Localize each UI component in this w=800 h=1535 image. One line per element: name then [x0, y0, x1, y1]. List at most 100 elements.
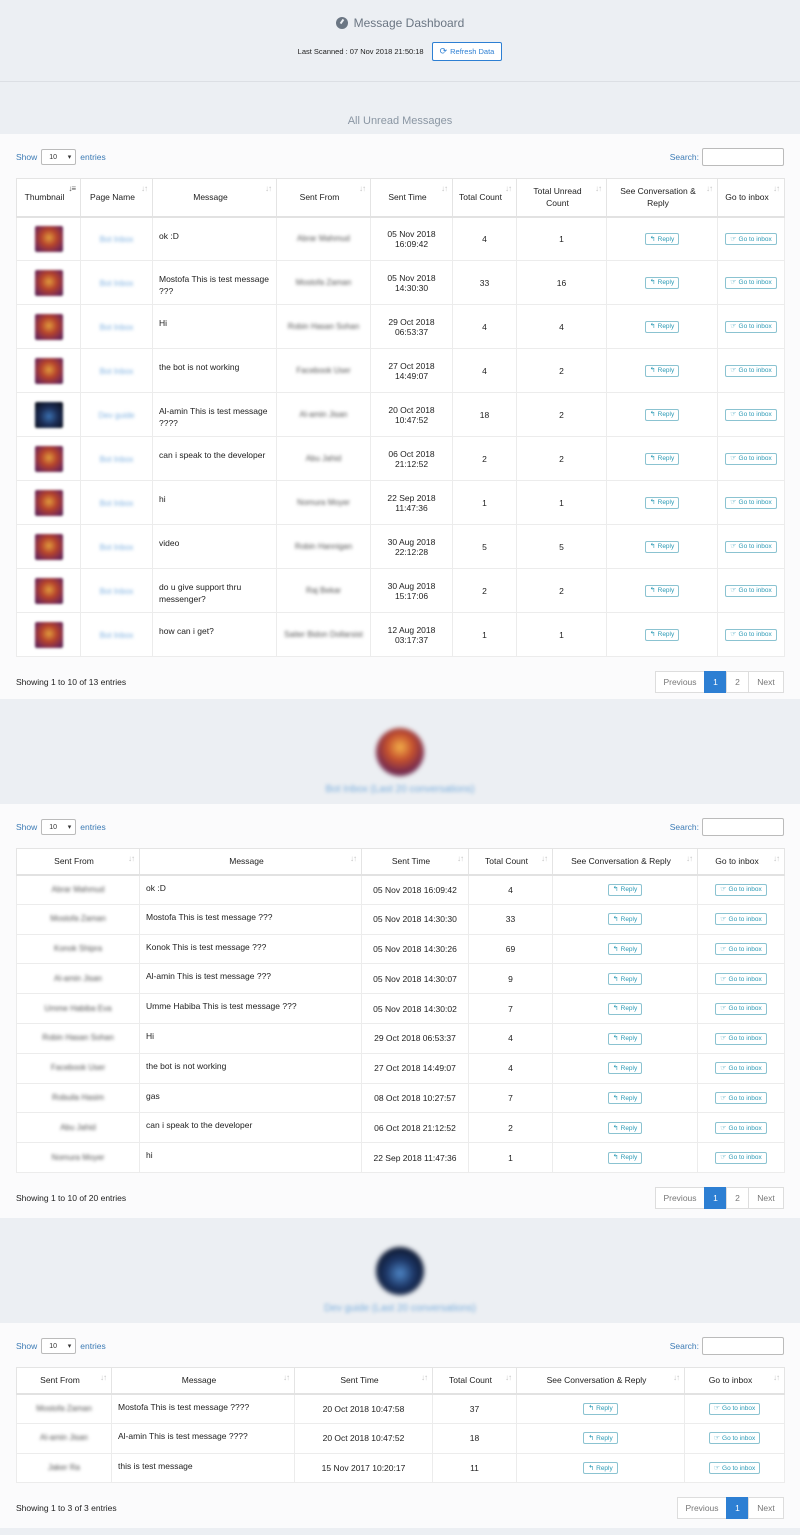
go-to-inbox-button[interactable]: ☞ Go to inbox	[715, 973, 767, 986]
page-name-link[interactable]: Bot Inbox	[100, 279, 134, 288]
table-row: Bot Inbox video Robin Hannigan 30 Aug 2018 …	[16, 524, 785, 569]
next-page-button[interactable]: Next	[748, 1186, 784, 1209]
inbox-label: Go to inbox	[738, 455, 772, 463]
column-header[interactable]: Go to inbox ↓↑	[717, 178, 785, 218]
column-header[interactable]: Total Unread Count ↓↑	[516, 178, 607, 218]
reply-button[interactable]: ↰ Reply	[607, 1062, 643, 1075]
go-to-inbox-button[interactable]: ☞ Go to inbox	[725, 584, 777, 597]
column-header[interactable]: Sent From ↓↑	[276, 178, 371, 218]
go-to-inbox-button[interactable]: ☞ Go to inbox	[715, 1032, 767, 1045]
reply-button[interactable]: ↰ Reply	[644, 364, 680, 377]
page-name-link[interactable]: Bot Inbox	[100, 323, 134, 332]
reply-button[interactable]: ↰ Reply	[644, 233, 680, 245]
go-to-inbox-button[interactable]: ☞ Go to inbox	[715, 1122, 767, 1135]
column-header[interactable]: Total Count ↓↑	[452, 178, 517, 218]
go-to-inbox-button[interactable]: ☞ Go to inbox	[725, 628, 777, 641]
go-to-inbox-button[interactable]: ☞ Go to inbox	[725, 364, 777, 377]
previous-page-button[interactable]: Previous	[655, 671, 705, 693]
reply-button[interactable]: ↰ Reply	[607, 1151, 643, 1164]
go-to-inbox-button[interactable]: ☞ Go to inbox	[708, 1402, 761, 1415]
column-header[interactable]: Go to inbox ↓↑	[697, 848, 785, 876]
page-number-button[interactable]: 2	[726, 671, 749, 693]
reply-button[interactable]: ↰ Reply	[607, 913, 643, 926]
column-header[interactable]: Message ↓↑	[111, 1367, 295, 1395]
reply-button[interactable]: ↰ Reply	[583, 1432, 618, 1445]
page-name-link[interactable]: Bot Inbox	[100, 543, 134, 552]
go-to-inbox-button[interactable]: ☞ Go to inbox	[715, 913, 767, 926]
column-header[interactable]: Message ↓↑	[139, 848, 362, 876]
column-header[interactable]: See Conversation & Reply ↓↑	[606, 178, 718, 218]
column-header[interactable]: Go to inbox ↓↑	[684, 1367, 785, 1395]
refresh-data-button[interactable]: ⟳ Refresh Data	[431, 42, 503, 61]
search-input[interactable]	[702, 148, 784, 166]
go-to-inbox-button[interactable]: ☞ Go to inbox	[715, 1092, 767, 1105]
entries-length-select[interactable]: 10 ▾	[41, 149, 77, 165]
go-to-inbox-button[interactable]: ☞ Go to inbox	[715, 1151, 767, 1164]
reply-button[interactable]: ↰ Reply	[644, 628, 680, 641]
go-to-inbox-button[interactable]: ☞ Go to inbox	[725, 496, 777, 509]
go-to-inbox-button[interactable]: ☞ Go to inbox	[708, 1432, 761, 1445]
reply-button[interactable]: ↰ Reply	[644, 320, 680, 333]
page-name-link[interactable]: Bot Inbox	[100, 587, 134, 596]
column-header[interactable]: Thumbnail ↓≡	[16, 178, 81, 218]
go-to-inbox-button[interactable]: ☞ Go to inbox	[715, 1002, 767, 1015]
go-to-inbox-button[interactable]: ☞ Go to inbox	[715, 1062, 767, 1075]
column-header[interactable]: See Conversation & Reply ↓↑	[516, 1367, 685, 1395]
column-header[interactable]: Page Name ↓↑	[80, 178, 153, 218]
search-input[interactable]	[702, 818, 784, 836]
column-header[interactable]: Sent From ↓↑	[16, 1367, 112, 1395]
column-header[interactable]: Sent From ↓↑	[16, 848, 140, 876]
reply-button[interactable]: ↰ Reply	[607, 1002, 643, 1015]
reply-button[interactable]: ↰ Reply	[644, 496, 680, 509]
reply-button[interactable]: ↰ Reply	[607, 1122, 643, 1135]
column-header[interactable]: Message ↓↑	[152, 178, 277, 218]
reply-button[interactable]: ↰ Reply	[607, 883, 643, 896]
page-caption[interactable]: Bot Inbox (Last 20 conversations)	[0, 784, 800, 795]
previous-page-button[interactable]: Previous	[677, 1497, 727, 1520]
page-number-button[interactable]: 1	[704, 671, 727, 693]
entries-length-select[interactable]: 10 ▾	[41, 1338, 77, 1354]
reply-button[interactable]: ↰ Reply	[644, 452, 680, 465]
page-name-link[interactable]: Bot Inbox	[100, 499, 134, 508]
column-header[interactable]: Sent Time ↓↑	[294, 1367, 433, 1395]
column-header[interactable]: See Conversation & Reply ↓↑	[552, 848, 698, 876]
go-to-inbox-button[interactable]: ☞ Go to inbox	[715, 943, 767, 956]
table-cell: 2	[468, 1112, 553, 1144]
go-to-inbox-button[interactable]: ☞ Go to inbox	[725, 452, 777, 465]
reply-button[interactable]: ↰ Reply	[607, 1032, 643, 1045]
reply-button[interactable]: ↰ Reply	[644, 408, 680, 421]
page-name-link[interactable]: Bot Inbox	[100, 235, 134, 244]
reply-button[interactable]: ↰ Reply	[644, 584, 680, 597]
go-to-inbox-button[interactable]: ☞ Go to inbox	[725, 233, 777, 245]
page-name-link[interactable]: Bot Inbox	[100, 367, 134, 376]
page-number-button[interactable]: 1	[726, 1497, 749, 1520]
go-to-inbox-button[interactable]: ☞ Go to inbox	[708, 1462, 761, 1475]
reply-button[interactable]: ↰ Reply	[644, 540, 680, 553]
reply-button[interactable]: ↰ Reply	[607, 973, 643, 986]
column-header[interactable]: Total Count ↓↑	[432, 1367, 517, 1395]
previous-page-button[interactable]: Previous	[655, 1186, 705, 1209]
go-to-inbox-button[interactable]: ☞ Go to inbox	[715, 883, 767, 896]
page-name-link[interactable]: Bot Inbox	[100, 631, 134, 640]
reply-button[interactable]: ↰ Reply	[607, 1092, 643, 1105]
page-number-button[interactable]: 2	[726, 1186, 749, 1209]
next-page-button[interactable]: Next	[748, 671, 784, 693]
page-caption[interactable]: Dev guide (Last 20 conversations)	[0, 1303, 800, 1314]
column-header[interactable]: Sent Time ↓↑	[361, 848, 469, 876]
page-number-button[interactable]: 1	[704, 1186, 727, 1209]
search-input[interactable]	[702, 1337, 784, 1355]
next-page-button[interactable]: Next	[748, 1497, 784, 1520]
reply-button[interactable]: ↰ Reply	[583, 1402, 618, 1415]
entries-length-select[interactable]: 10 ▾	[41, 819, 77, 835]
go-to-inbox-button[interactable]: ☞ Go to inbox	[725, 540, 777, 553]
page-name-link[interactable]: Dev guide	[98, 411, 134, 420]
reply-button[interactable]: ↰ Reply	[607, 943, 643, 956]
column-header[interactable]: Total Count ↓↑	[468, 848, 553, 876]
go-to-inbox-button[interactable]: ☞ Go to inbox	[725, 276, 777, 289]
reply-button[interactable]: ↰ Reply	[644, 276, 680, 289]
go-to-inbox-button[interactable]: ☞ Go to inbox	[725, 320, 777, 333]
go-to-inbox-button[interactable]: ☞ Go to inbox	[725, 408, 777, 421]
reply-button[interactable]: ↰ Reply	[583, 1462, 618, 1475]
page-name-link[interactable]: Bot Inbox	[100, 455, 134, 464]
column-header[interactable]: Sent Time ↓↑	[370, 178, 453, 218]
